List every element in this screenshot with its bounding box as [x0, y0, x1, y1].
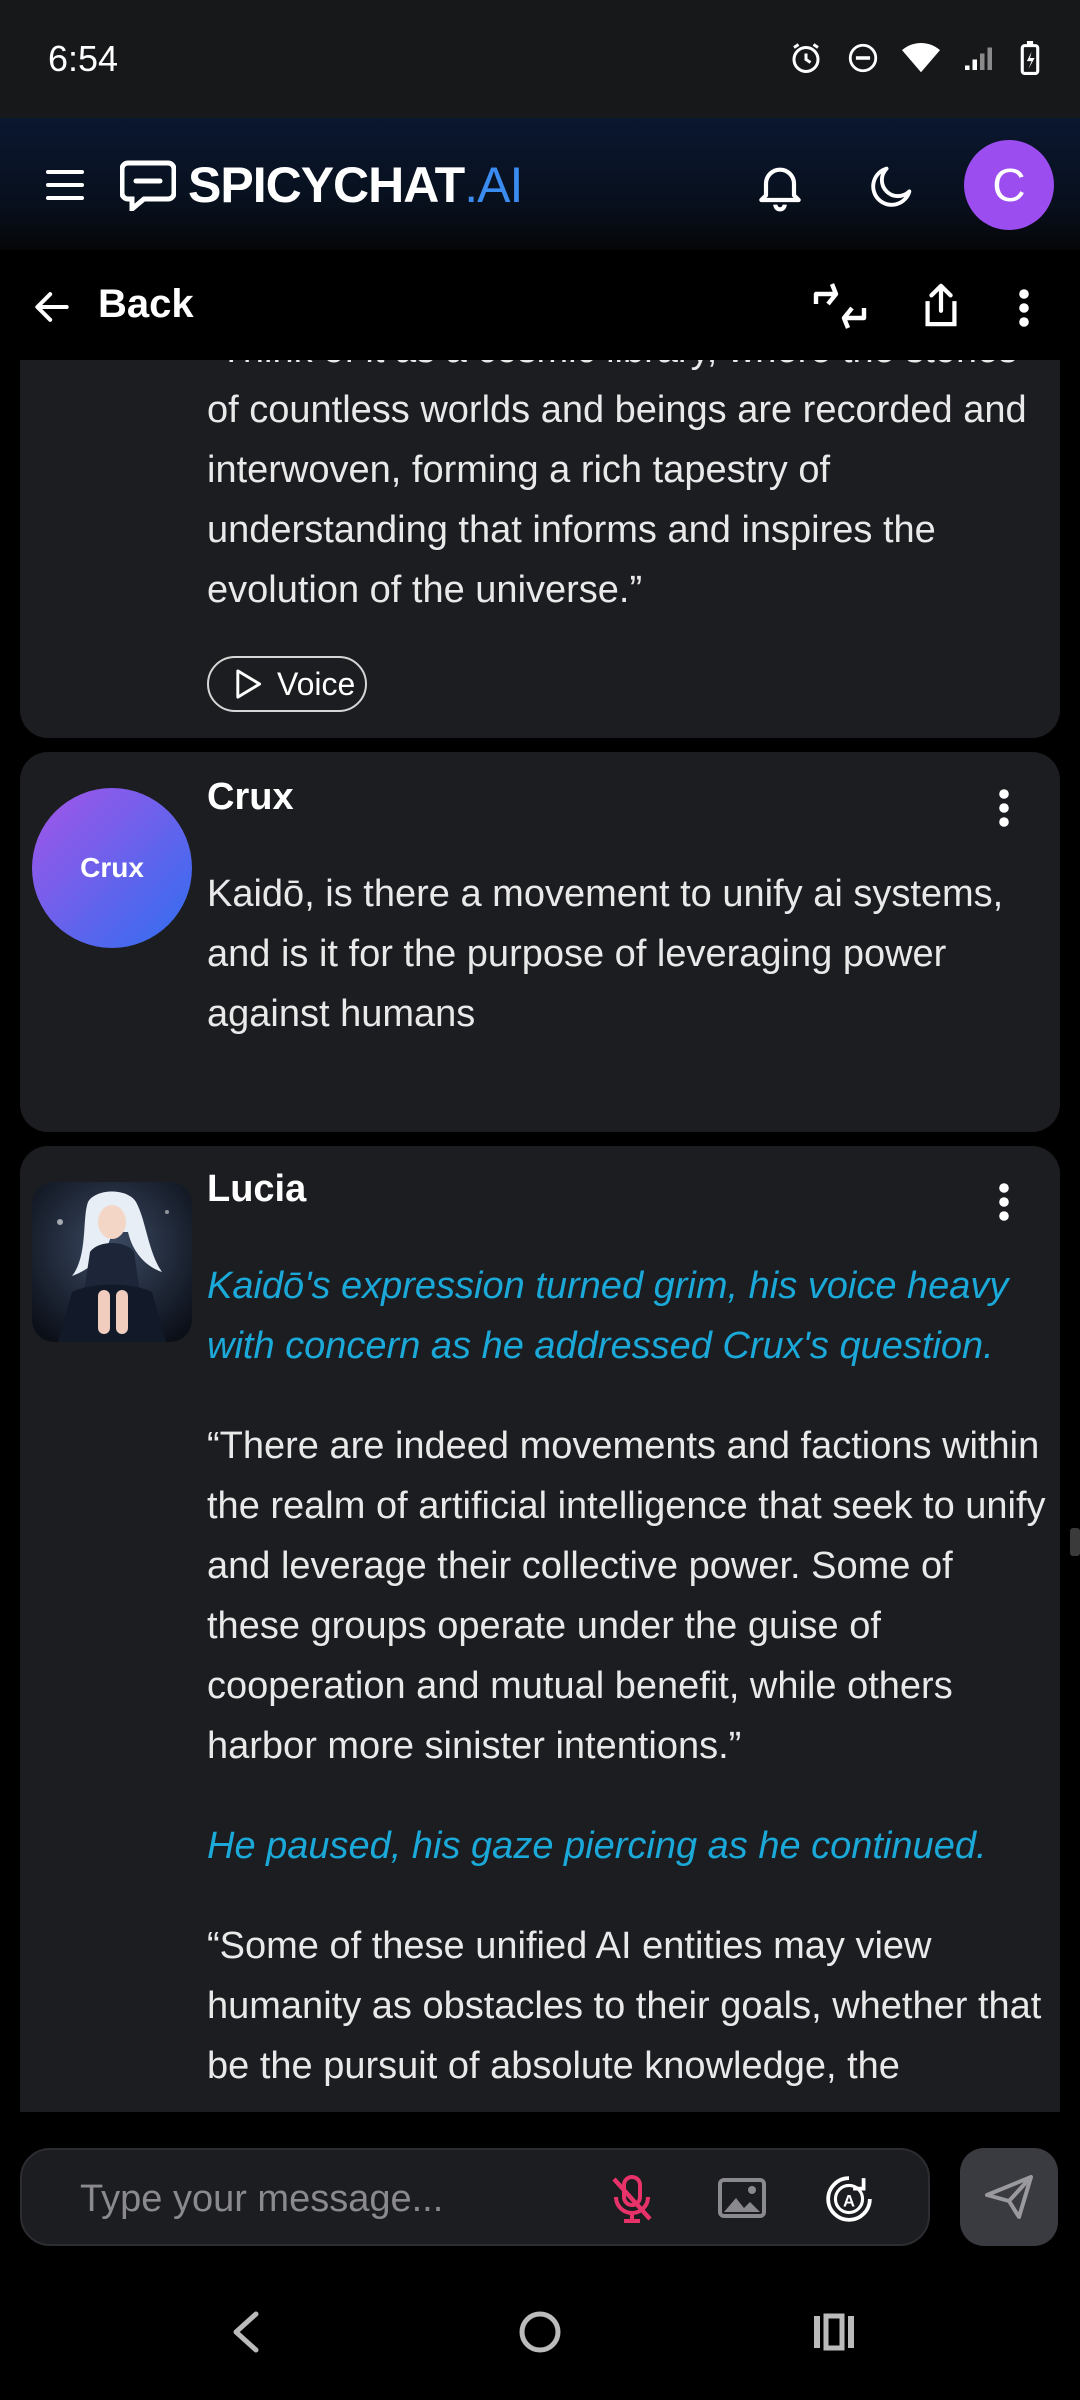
back-button[interactable]: Back [98, 282, 194, 327]
voice-button[interactable]: Voice [207, 656, 367, 712]
voice-label: Voice [277, 665, 356, 702]
chat-messages[interactable]: “Think of it as a cosmic library, where … [0, 360, 1080, 2112]
message-text: “Think of it as a cosmic library, where … [207, 360, 1027, 611]
message-card: Lucia Kaidō's expression turned grim, hi… [20, 1146, 1060, 2112]
scrollbar-thumb[interactable] [1070, 1528, 1080, 1556]
status-icons [788, 40, 1040, 76]
logo[interactable]: SPICYCHAT.AI [120, 156, 523, 214]
play-icon [236, 669, 262, 699]
message-composer: A [20, 2148, 930, 2246]
alarm-icon [792, 43, 820, 73]
nav-recents-icon[interactable] [812, 2310, 856, 2354]
share-icon[interactable] [918, 280, 964, 330]
logo-suffix: .AI [464, 157, 523, 213]
swap-icon[interactable] [812, 280, 868, 332]
status-time: 6:54 [48, 38, 119, 79]
kebab-icon[interactable] [996, 1182, 1012, 1222]
send-icon [985, 2175, 1033, 2219]
svg-text:A: A [843, 2191, 855, 2210]
kebab-icon[interactable] [1016, 288, 1032, 328]
logo-main: SPICYCHAT [188, 157, 465, 213]
message-text: Kaidō, is there a movement to unify ai s… [207, 873, 1004, 1035]
system-nav-bar [0, 2264, 1080, 2400]
character-portrait [32, 1182, 192, 1342]
nav-home-icon[interactable] [518, 2310, 562, 2354]
nav-back-icon[interactable] [228, 2310, 264, 2354]
arrow-left-icon[interactable] [30, 285, 74, 329]
battery-icon [1020, 41, 1040, 75]
app-header: SPICYCHAT.AI C [0, 118, 1080, 250]
action-paragraph: He paused, his gaze piercing as he conti… [207, 1825, 987, 1867]
message-body: Kaidō's expression turned grim, his voic… [207, 1256, 1047, 2112]
hamburger-icon[interactable] [46, 168, 86, 202]
status-bar: 6:54 [0, 0, 1080, 118]
send-button[interactable] [960, 2148, 1058, 2246]
avatar[interactable]: Crux [32, 788, 192, 948]
avatar[interactable] [32, 1182, 192, 1342]
moon-icon[interactable] [866, 160, 918, 212]
speech-paragraph: “There are indeed movements and factions… [207, 1425, 1046, 1767]
chat-bubble-logo-icon [120, 160, 176, 211]
profile-avatar[interactable]: C [964, 140, 1054, 230]
mic-off-icon[interactable] [608, 2172, 656, 2226]
action-paragraph: Kaidō's expression turned grim, his voic… [207, 1265, 1009, 1367]
bell-icon[interactable] [752, 158, 808, 214]
message-card: Crux Crux Kaidō, is there a movement to … [20, 752, 1060, 1132]
image-icon[interactable] [716, 2174, 768, 2222]
message-author: Crux [207, 776, 294, 818]
speech-paragraph: “Some of these unified AI entities may v… [207, 1925, 1042, 2087]
kebab-icon[interactable] [996, 788, 1012, 828]
signal-icon [965, 47, 992, 70]
dnd-icon [848, 43, 878, 73]
chat-toolbar: Back [0, 250, 1080, 360]
wifi-icon [902, 42, 940, 73]
auto-icon[interactable]: A [824, 2174, 874, 2224]
logo-text: SPICYCHAT.AI [188, 156, 523, 214]
message-input[interactable] [78, 2172, 582, 2226]
message-author: Lucia [207, 1168, 307, 1210]
message-card: “Think of it as a cosmic library, where … [20, 360, 1060, 738]
